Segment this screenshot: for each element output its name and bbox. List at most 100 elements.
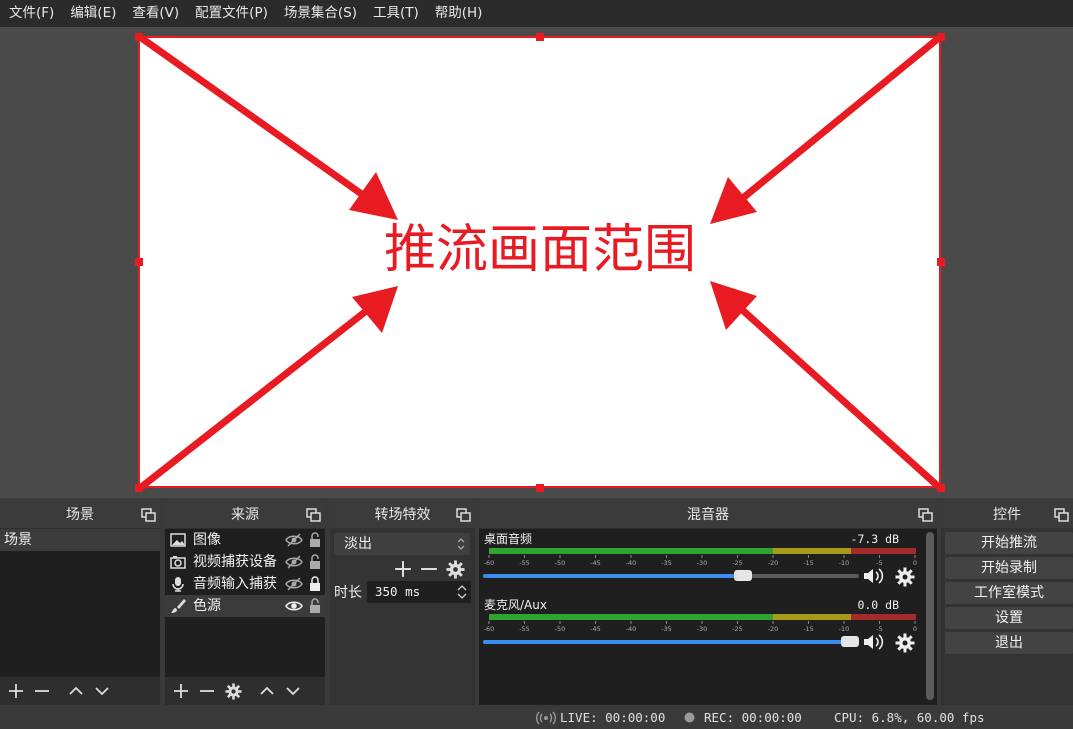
source-label: 图像	[193, 532, 221, 548]
mixer-scrollbar[interactable]	[926, 532, 934, 700]
move-source-up-button[interactable]	[255, 679, 279, 703]
controls-dock-header: 控件	[941, 502, 1073, 528]
mixer-body: 桌面音频 -7.3 dB -60 -55 -50 -45 -40 -35 -30 -25 -20…	[479, 529, 937, 705]
scenes-toolbar	[0, 677, 160, 705]
chevron-up-icon	[260, 686, 274, 695]
slider-fill	[483, 574, 743, 578]
gear-icon[interactable]	[895, 567, 915, 587]
float-icon[interactable]	[456, 508, 471, 522]
move-source-down-button[interactable]	[281, 679, 305, 703]
start-streaming-button[interactable]: 开始推流	[945, 532, 1073, 554]
settings-button[interactable]: 设置	[945, 607, 1073, 629]
sources-dock: 来源 图像 视频捕获设备 音频输入捕获 色源	[165, 502, 325, 705]
studio-mode-button[interactable]: 工作室模式	[945, 582, 1073, 604]
menu-scene-collection[interactable]: 场景集合(S)	[279, 0, 362, 27]
meter-tick-label: -30	[697, 625, 708, 633]
resize-handle-top[interactable]	[536, 33, 544, 41]
source-properties-button[interactable]	[221, 679, 245, 703]
minus-icon	[35, 690, 49, 692]
sources-dock-title: 来源	[231, 507, 259, 523]
cpu-status: CPU: 6.8%, 60.00 fps	[834, 710, 985, 725]
unlock-icon[interactable]	[309, 532, 321, 548]
menu-edit[interactable]: 编辑(E)	[65, 0, 121, 27]
volume-meter	[489, 614, 916, 620]
float-icon[interactable]	[141, 508, 156, 522]
eye-slash-icon[interactable]	[285, 532, 303, 548]
meter-tick-label: 0	[913, 559, 917, 567]
remove-scene-button[interactable]	[30, 679, 54, 703]
meter-tick-label: -35	[661, 625, 672, 633]
source-item-color[interactable]: 色源	[165, 595, 325, 617]
volume-meter	[489, 548, 916, 554]
eye-icon[interactable]	[285, 598, 303, 614]
preview-annotation-text: 推流画面范围	[383, 220, 696, 280]
stepper-icon[interactable]	[456, 582, 468, 602]
resize-handle-bottom[interactable]	[536, 484, 544, 492]
meter-tick-label: -60	[484, 625, 495, 633]
remove-source-button[interactable]	[195, 679, 219, 703]
menu-file[interactable]: 文件(F)	[4, 0, 59, 27]
menu-view[interactable]: 查看(V)	[127, 0, 184, 27]
mixer-dock: 混音器 桌面音频 -7.3 dB -60 -55 -50 -45 -40 -35 -30 -2…	[479, 502, 937, 705]
resize-handle-bottom-right[interactable]	[937, 484, 945, 492]
remove-transition-button[interactable]	[417, 557, 441, 581]
float-icon[interactable]	[306, 508, 321, 522]
channel-name: 桌面音频	[484, 532, 533, 546]
menu-bar: 文件(F) 编辑(E) 查看(V) 配置文件(P) 场景集合(S) 工具(T) …	[0, 0, 1073, 27]
meter-tick-label: -5	[876, 625, 882, 633]
resize-handle-top-left[interactable]	[135, 33, 143, 41]
channel-db: 0.0 dB	[857, 598, 899, 612]
meter-tick-label: -25	[732, 559, 743, 567]
eye-slash-icon[interactable]	[285, 576, 303, 592]
meter-green-zone	[489, 548, 773, 554]
meter-tick-label: -45	[590, 625, 601, 633]
move-scene-down-button[interactable]	[90, 679, 114, 703]
menu-tools[interactable]: 工具(T)	[368, 0, 424, 27]
float-icon[interactable]	[918, 508, 933, 522]
move-scene-up-button[interactable]	[64, 679, 88, 703]
minus-icon	[421, 567, 437, 571]
unlock-icon[interactable]	[309, 598, 321, 614]
lock-icon[interactable]	[309, 576, 321, 592]
meter-green-zone	[489, 614, 773, 620]
slider-thumb[interactable]	[733, 570, 752, 581]
transitions-dock: 转场特效 淡出 时长 350 ms	[330, 502, 475, 705]
record-dot-icon	[684, 712, 695, 723]
menu-profile[interactable]: 配置文件(P)	[190, 0, 273, 27]
add-scene-button[interactable]	[4, 679, 28, 703]
float-icon[interactable]	[1054, 508, 1069, 522]
transition-properties-button[interactable]	[443, 557, 467, 581]
broadcast-icon	[536, 711, 556, 725]
eye-slash-icon[interactable]	[285, 554, 303, 570]
chevron-down-icon	[95, 687, 109, 696]
resize-handle-bottom-left[interactable]	[135, 484, 143, 492]
add-transition-button[interactable]	[391, 557, 415, 581]
volume-slider[interactable]	[483, 569, 859, 583]
sources-dock-header: 来源	[165, 502, 325, 528]
volume-slider[interactable]	[483, 635, 859, 649]
menu-help[interactable]: 帮助(H)	[430, 0, 488, 27]
scene-item[interactable]: 场景	[0, 529, 160, 551]
meter-tick-label: 0	[913, 625, 917, 633]
start-recording-button[interactable]: 开始录制	[945, 557, 1073, 579]
add-source-button[interactable]	[169, 679, 193, 703]
transition-select[interactable]: 淡出	[334, 533, 470, 555]
resize-handle-top-right[interactable]	[937, 33, 945, 41]
unlock-icon[interactable]	[309, 554, 321, 570]
resize-handle-right[interactable]	[937, 258, 945, 266]
meter-tick-label: -60	[484, 559, 495, 567]
transitions-body: 淡出 时长 350 ms	[330, 529, 475, 705]
source-label: 视频捕获设备	[193, 554, 277, 570]
exit-button[interactable]: 退出	[945, 632, 1073, 654]
source-item-video-capture[interactable]: 视频捕获设备	[165, 551, 325, 573]
resize-handle-left[interactable]	[135, 258, 143, 266]
meter-tick-label: -30	[697, 559, 708, 567]
source-item-audio-input[interactable]: 音频输入捕获	[165, 573, 325, 595]
source-item-image[interactable]: 图像	[165, 529, 325, 551]
speaker-icon[interactable]	[863, 633, 885, 651]
duration-input[interactable]: 350 ms	[367, 581, 471, 603]
speaker-icon[interactable]	[863, 567, 885, 585]
slider-thumb[interactable]	[841, 636, 859, 647]
meter-tick-label: -45	[590, 559, 601, 567]
gear-icon[interactable]	[895, 633, 915, 653]
